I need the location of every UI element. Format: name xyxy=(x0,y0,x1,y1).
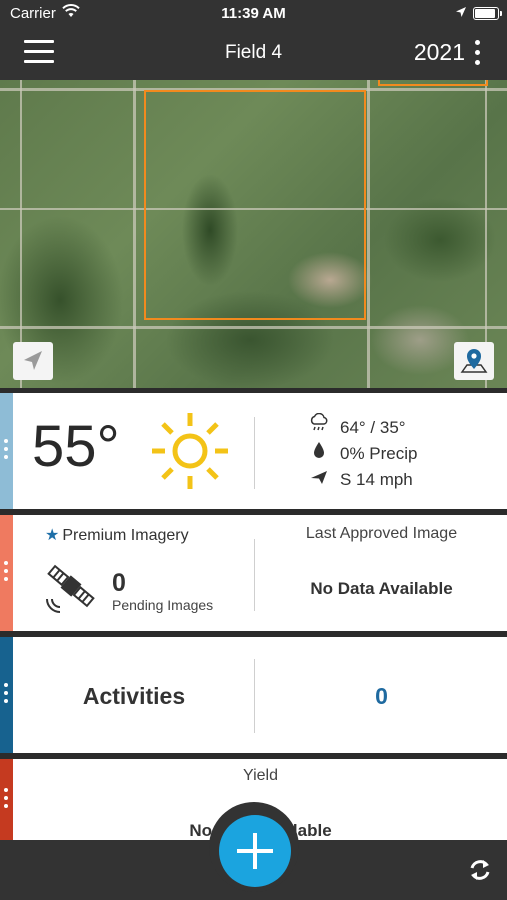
sun-icon xyxy=(150,411,230,496)
road xyxy=(367,80,370,388)
add-button[interactable] xyxy=(219,815,291,887)
nav-bar: Field 4 2021 xyxy=(0,28,507,80)
road xyxy=(133,80,136,388)
divider xyxy=(254,417,255,489)
precip-value: 0% Precip xyxy=(340,444,418,463)
navigation-arrow-icon xyxy=(24,351,42,370)
location-arrow-icon xyxy=(455,5,467,22)
plus-icon xyxy=(237,833,273,869)
sync-icon xyxy=(470,860,490,880)
rain-cloud-icon xyxy=(308,412,330,438)
activities-label: Activities xyxy=(82,683,186,709)
precip-row: 0% Precip xyxy=(308,441,417,464)
wind-value: S 14 mph xyxy=(340,470,413,489)
drag-handle-icon[interactable] xyxy=(4,683,9,707)
drag-handle-icon[interactable] xyxy=(4,788,9,812)
drag-handle-icon[interactable] xyxy=(4,561,9,585)
field-boundary[interactable] xyxy=(378,80,488,86)
status-bar: Carrier 11:39 AM xyxy=(0,0,507,28)
field-map[interactable] xyxy=(0,80,507,388)
map-pin-icon xyxy=(460,349,488,373)
premium-imagery-label: ★ Premium Imagery xyxy=(45,525,189,545)
activities-card[interactable]: Activities 0 xyxy=(0,637,507,753)
pending-images-label: Pending Images xyxy=(112,597,214,613)
road xyxy=(0,326,507,329)
pending-images-count: 0 xyxy=(112,569,126,597)
divider xyxy=(254,539,255,611)
season-year-button[interactable]: 2021 xyxy=(414,39,465,66)
imagery-card[interactable]: ★ Premium Imagery 0 Pending Images Last A… xyxy=(0,515,507,631)
current-temperature: 55° xyxy=(32,414,120,479)
activities-count[interactable]: 0 xyxy=(256,683,507,710)
divider xyxy=(254,659,255,733)
more-options-icon[interactable] xyxy=(475,40,481,66)
last-approved-image-label: Last Approved Image xyxy=(305,525,458,542)
field-location-button[interactable] xyxy=(454,342,494,380)
field-boundary[interactable] xyxy=(144,90,366,320)
star-icon: ★ xyxy=(45,527,60,544)
clock: 11:39 AM xyxy=(221,5,286,22)
sync-button[interactable] xyxy=(466,856,494,889)
drag-handle-icon[interactable] xyxy=(4,439,9,463)
locate-me-button[interactable] xyxy=(13,342,53,380)
wind-direction-icon xyxy=(308,469,330,490)
wind-row: S 14 mph xyxy=(308,469,413,490)
premium-imagery-text: Premium Imagery xyxy=(62,527,189,544)
raindrop-icon xyxy=(308,441,330,464)
high-low-row: 64° / 35° xyxy=(308,412,406,438)
weather-card[interactable]: 55° 64° / 35° 0% Precip S 14 mph xyxy=(0,393,507,509)
battery-icon xyxy=(473,7,502,20)
high-low-temp: 64° / 35° xyxy=(340,418,406,437)
yield-label: Yield xyxy=(243,767,278,784)
satellite-icon xyxy=(44,559,98,618)
last-approved-image-value: No Data Available xyxy=(310,579,453,598)
